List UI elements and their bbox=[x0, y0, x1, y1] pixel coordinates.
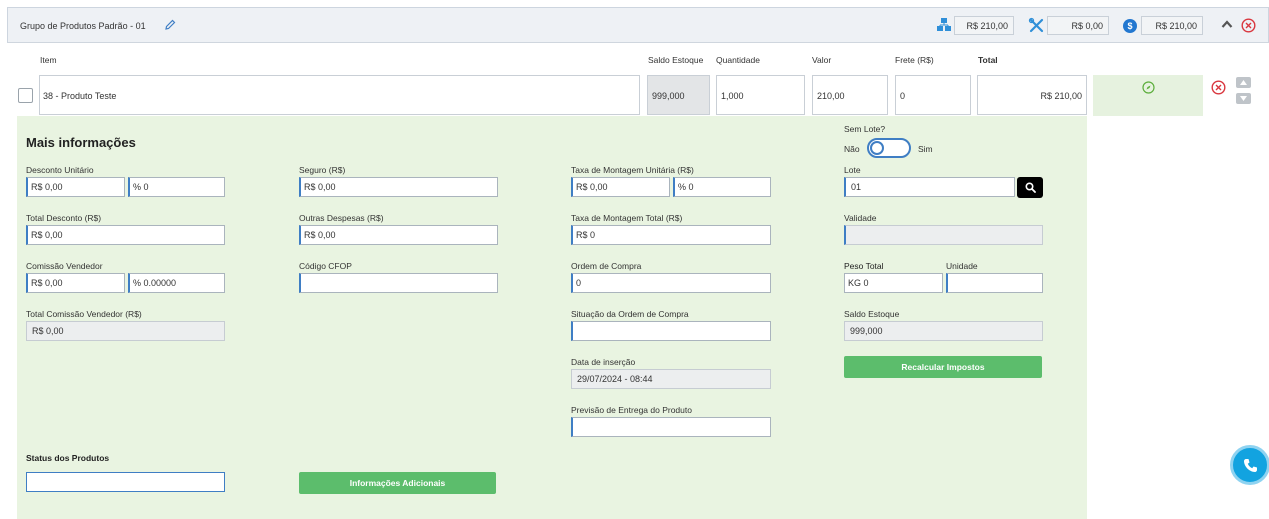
total-desconto-input[interactable]: R$ 0,00 bbox=[26, 225, 225, 245]
close-circle-icon[interactable] bbox=[1241, 18, 1256, 33]
sem-lote-sim-label: Sim bbox=[918, 144, 933, 154]
taxa-montagem-unitaria-rs-input[interactable]: R$ 0,00 bbox=[571, 177, 670, 197]
caret-up-icon bbox=[1240, 80, 1247, 85]
validade-label: Validade bbox=[844, 213, 877, 223]
remove-row-icon[interactable] bbox=[1211, 80, 1226, 95]
seguro-label: Seguro (R$) bbox=[299, 165, 346, 175]
col-item: Item bbox=[40, 55, 57, 65]
valor-input[interactable]: 210,00 bbox=[812, 75, 888, 115]
codigo-cfop-label: Código CFOP bbox=[299, 261, 352, 271]
chevron-up-icon[interactable] bbox=[1221, 19, 1233, 29]
status-produtos-label: Status dos Produtos bbox=[26, 453, 110, 463]
validade-input[interactable] bbox=[844, 225, 1043, 245]
ordem-compra-input[interactable]: 0 bbox=[571, 273, 771, 293]
group-title: Grupo de Produtos Padrão - 01 bbox=[20, 21, 146, 31]
comissao-vendedor-rs-input[interactable]: R$ 0,00 bbox=[26, 273, 125, 293]
product-group-header: Grupo de Produtos Padrão - 01 R$ 210,00 … bbox=[7, 7, 1269, 43]
taxa-montagem-unitaria-pct-input[interactable]: % 0 bbox=[673, 177, 771, 197]
peso-total-label: Peso Total bbox=[844, 261, 884, 271]
codigo-cfop-input[interactable] bbox=[299, 273, 498, 293]
unidade-input[interactable] bbox=[946, 273, 1043, 293]
item-field[interactable]: 38 - Produto Teste bbox=[39, 75, 640, 115]
saldo-estoque-field: 999,000 bbox=[647, 75, 710, 115]
phone-icon bbox=[1244, 459, 1257, 472]
services-total-box: R$ 0,00 bbox=[1047, 16, 1109, 35]
situacao-ordem-label: Situação da Ordem de Compra bbox=[571, 309, 689, 319]
desconto-unitario-label: Desconto Unitário bbox=[26, 165, 94, 175]
ordem-compra-label: Ordem de Compra bbox=[571, 261, 642, 271]
compass-circle-icon[interactable] bbox=[1142, 81, 1155, 94]
desconto-unitario-rs-input[interactable]: R$ 0,00 bbox=[26, 177, 125, 197]
total-comissao-label: Total Comissão Vendedor (R$) bbox=[26, 309, 142, 319]
toggle-knob bbox=[870, 141, 884, 155]
situacao-ordem-input[interactable] bbox=[571, 321, 771, 341]
row-checkbox[interactable] bbox=[18, 88, 33, 103]
sem-lote-toggle[interactable] bbox=[867, 138, 911, 158]
more-info-title: Mais informações bbox=[26, 135, 136, 150]
move-down-button[interactable] bbox=[1236, 93, 1251, 104]
frete-input[interactable]: 0 bbox=[895, 75, 971, 115]
total-desconto-label: Total Desconto (R$) bbox=[26, 213, 102, 223]
sem-lote-label: Sem Lote? bbox=[844, 124, 886, 134]
lote-label: Lote bbox=[844, 165, 861, 175]
taxa-montagem-total-input[interactable]: R$ 0 bbox=[571, 225, 771, 245]
dollar-icon: $ bbox=[1123, 19, 1137, 33]
outras-despesas-input[interactable]: R$ 0,00 bbox=[299, 225, 498, 245]
unidade-label: Unidade bbox=[946, 261, 978, 271]
outras-despesas-label: Outras Despesas (R$) bbox=[299, 213, 384, 223]
data-insercao-label: Data de inserção bbox=[571, 357, 636, 367]
seguro-input[interactable]: R$ 0,00 bbox=[299, 177, 498, 197]
caret-down-icon bbox=[1240, 96, 1247, 101]
products-total-box: R$ 210,00 bbox=[954, 16, 1014, 35]
col-frete: Frete (R$) bbox=[895, 55, 934, 65]
total-comissao-field: R$ 0,00 bbox=[26, 321, 225, 341]
move-up-button[interactable] bbox=[1236, 77, 1251, 88]
status-produtos-input[interactable] bbox=[26, 472, 225, 492]
boxes-icon bbox=[937, 18, 951, 31]
lote-input[interactable]: 01 bbox=[844, 177, 1015, 197]
previsao-entrega-input[interactable] bbox=[571, 417, 771, 437]
grand-total-box: R$ 210,00 bbox=[1141, 16, 1203, 35]
saldo-estoque-value: 999,000 bbox=[844, 321, 1043, 341]
peso-total-input[interactable]: KG 0 bbox=[844, 273, 943, 293]
row-status-cell bbox=[1093, 75, 1203, 116]
search-icon bbox=[1025, 182, 1036, 193]
data-insercao-field: 29/07/2024 - 08:44 bbox=[571, 369, 771, 389]
lote-search-button[interactable] bbox=[1017, 177, 1043, 198]
col-total: Total bbox=[978, 55, 998, 65]
comissao-vendedor-pct-input[interactable]: % 0.00000 bbox=[128, 273, 225, 293]
previsao-entrega-label: Previsão de Entrega do Produto bbox=[571, 405, 692, 415]
recalcular-impostos-button[interactable]: Recalcular Impostos bbox=[844, 356, 1042, 378]
desconto-unitario-pct-input[interactable]: % 0 bbox=[128, 177, 225, 197]
phone-support-button[interactable] bbox=[1230, 445, 1269, 485]
col-saldo-estoque: Saldo Estoque bbox=[648, 55, 704, 65]
taxa-montagem-unitaria-label: Taxa de Montagem Unitária (R$) bbox=[571, 165, 694, 175]
col-quantidade: Quantidade bbox=[716, 55, 760, 65]
tools-icon bbox=[1028, 17, 1044, 33]
col-valor: Valor bbox=[812, 55, 832, 65]
total-field: R$ 210,00 bbox=[977, 75, 1087, 115]
taxa-montagem-total-label: Taxa de Montagem Total (R$) bbox=[571, 213, 683, 223]
saldo-estoque-label: Saldo Estoque bbox=[844, 309, 900, 319]
comissao-vendedor-label: Comissão Vendedor bbox=[26, 261, 103, 271]
edit-pencil-icon[interactable] bbox=[164, 19, 176, 31]
informacoes-adicionais-button[interactable]: Informações Adicionais bbox=[299, 472, 496, 494]
quantidade-input[interactable]: 1,000 bbox=[716, 75, 805, 115]
sem-lote-nao-label: Não bbox=[844, 144, 860, 154]
